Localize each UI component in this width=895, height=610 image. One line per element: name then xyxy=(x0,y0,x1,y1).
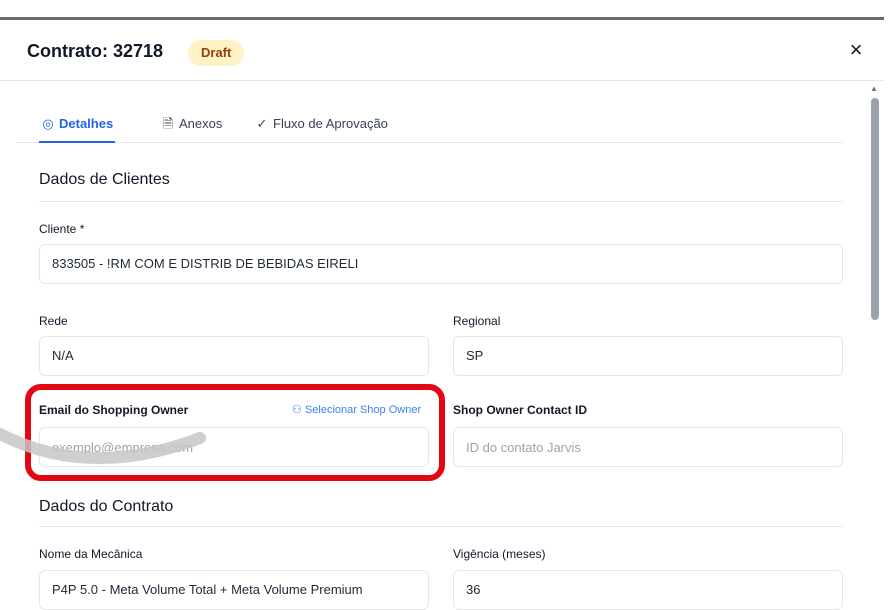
scroll-up-arrow-icon[interactable]: ▲ xyxy=(870,84,878,93)
tab-detalhes[interactable]: ◎ Detalhes xyxy=(39,107,116,143)
tab-bar: ◎ Detalhes 🗎 Anexos ✓ Fluxo de Aprovação xyxy=(17,107,843,143)
select-shop-owner-label: Selecionar Shop Owner xyxy=(304,404,422,416)
status-badge: Draft xyxy=(188,40,245,66)
scroll-thumb[interactable] xyxy=(871,98,879,320)
contract-modal: Contrato: 32718 Draft × ◎ Detalhes 🗎 Anexo… xyxy=(0,20,884,610)
section-divider xyxy=(39,201,843,202)
section-divider xyxy=(39,526,843,527)
rede-label: Rede xyxy=(39,314,68,328)
mecanica-field[interactable]: P4P 5.0 - Meta Volume Total + Meta Volum… xyxy=(39,570,429,610)
regional-field[interactable]: SP xyxy=(453,336,843,376)
contact-id-input[interactable] xyxy=(453,427,843,467)
mecanica-label: Nome da Mecânica xyxy=(39,547,143,561)
target-icon: ◎ xyxy=(42,116,54,131)
cursor-trail-icon xyxy=(0,428,206,465)
document-icon: 🗎 xyxy=(162,116,174,131)
modal-header: Contrato: 32718 Draft × xyxy=(0,20,884,81)
select-shop-owner-link[interactable]: ⚇ Selecionar Shop Owner xyxy=(292,403,421,416)
cliente-label: Cliente * xyxy=(39,222,85,236)
tab-label: Anexos xyxy=(179,116,223,131)
email-label: Email do Shopping Owner xyxy=(39,403,189,417)
section-title-contrato: Dados do Contrato xyxy=(39,498,174,515)
check-circle-icon: ✓ xyxy=(256,116,268,131)
users-icon: ⚇ xyxy=(292,404,302,416)
tab-anexos[interactable]: 🗎 Anexos xyxy=(159,107,224,143)
modal-title: Contrato: 32718 xyxy=(27,41,164,61)
vigencia-label: Vigência (meses) xyxy=(453,547,546,561)
contact-id-label: Shop Owner Contact ID xyxy=(453,403,588,417)
section-title-clientes: Dados de Clientes xyxy=(39,171,170,188)
vigencia-field[interactable]: 36 xyxy=(453,570,843,610)
rede-field[interactable]: N/A xyxy=(39,336,429,376)
backdrop-edge xyxy=(0,0,884,20)
regional-label: Regional xyxy=(453,314,501,328)
cliente-field[interactable]: 833505 - !RM COM E DISTRIB DE BEBIDAS EI… xyxy=(39,244,843,284)
close-icon[interactable]: × xyxy=(842,36,870,64)
tab-fluxo-aprovacao[interactable]: ✓ Fluxo de Aprovação xyxy=(253,107,390,143)
tab-label: Detalhes xyxy=(59,116,114,131)
scrollbar[interactable]: ▲ xyxy=(868,84,880,607)
tab-label: Fluxo de Aprovação xyxy=(273,116,388,131)
